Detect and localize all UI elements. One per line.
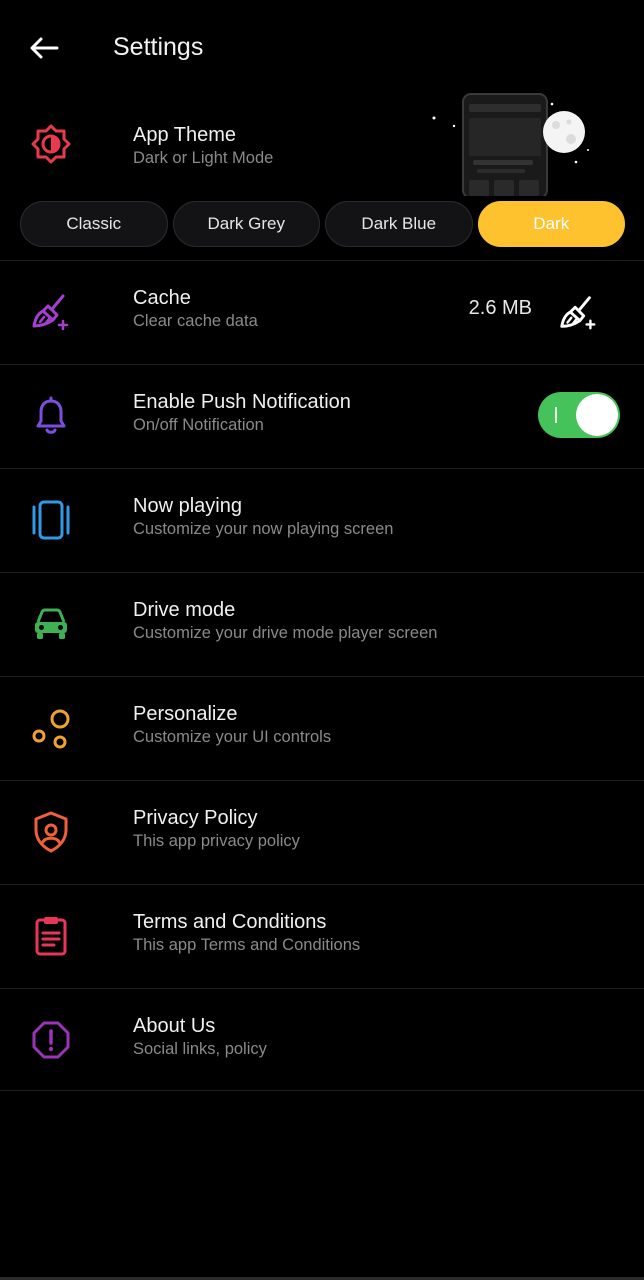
cache-size: 2.6 MB — [468, 297, 532, 319]
privacy-policy-row[interactable]: Privacy Policy This app privacy policy — [0, 781, 644, 884]
cache-subtitle: Clear cache data — [133, 312, 258, 330]
divider — [0, 1090, 644, 1091]
now-playing-subtitle: Customize your now playing screen — [133, 520, 394, 538]
shield-icon — [28, 809, 74, 855]
theme-option-classic[interactable]: Classic — [20, 201, 168, 247]
about-us-row[interactable]: About Us Social links, policy — [0, 989, 644, 1092]
car-icon — [28, 601, 74, 647]
personalize-title: Personalize — [133, 703, 238, 725]
now-playing-title: Now playing — [133, 495, 242, 517]
dark-mode-illustration — [432, 93, 589, 196]
bubbles-icon — [28, 705, 74, 751]
toggle-knob — [576, 394, 618, 436]
now-playing-icon — [28, 497, 74, 543]
about-us-subtitle: Social links, policy — [133, 1040, 267, 1058]
terms-subtitle: This app Terms and Conditions — [133, 936, 361, 954]
push-notification-row: Enable Push Notification On/off Notifica… — [0, 365, 644, 468]
back-button[interactable] — [24, 28, 64, 68]
theme-subtitle: Dark or Light Mode — [133, 149, 274, 167]
bell-icon — [28, 393, 74, 439]
theme-options: Classic Dark Grey Dark Blue Dark — [20, 201, 625, 247]
push-notification-toggle[interactable] — [538, 392, 620, 438]
page-title: Settings — [113, 33, 204, 61]
terms-row[interactable]: Terms and Conditions This app Terms and … — [0, 885, 644, 988]
broom-icon — [28, 289, 74, 335]
cache-row[interactable]: Cache Clear cache data 2.6 MB — [0, 261, 644, 364]
about-us-title: About Us — [133, 1015, 216, 1037]
app-theme-section: App Theme Dark or Light Mode Classic Dar… — [0, 88, 644, 260]
personalize-subtitle: Customize your UI controls — [133, 728, 332, 746]
toggle-on-mark — [555, 407, 557, 423]
privacy-policy-title: Privacy Policy — [133, 807, 258, 829]
privacy-policy-subtitle: This app privacy policy — [133, 832, 300, 850]
clipboard-icon — [28, 913, 74, 959]
theme-title: App Theme — [133, 124, 237, 146]
cache-title: Cache — [133, 287, 191, 309]
theme-brightness-icon — [28, 121, 74, 167]
back-arrow-icon — [30, 37, 59, 59]
drive-mode-title: Drive mode — [133, 599, 236, 621]
terms-title: Terms and Conditions — [133, 911, 327, 933]
drive-mode-subtitle: Customize your drive mode player screen — [133, 624, 438, 642]
broom-icon — [560, 296, 596, 330]
theme-option-dark-grey[interactable]: Dark Grey — [172, 201, 320, 247]
drive-mode-row[interactable]: Drive mode Customize your drive mode pla… — [0, 573, 644, 676]
app-header: Settings — [0, 0, 644, 96]
push-notification-subtitle: On/off Notification — [133, 416, 264, 434]
now-playing-row[interactable]: Now playing Customize your now playing s… — [0, 469, 644, 572]
clear-cache-button[interactable] — [556, 291, 600, 335]
theme-option-dark-blue[interactable]: Dark Blue — [325, 201, 473, 247]
push-notification-title: Enable Push Notification — [133, 391, 351, 413]
theme-option-dark[interactable]: Dark — [477, 201, 625, 247]
info-octagon-icon — [28, 1017, 74, 1063]
personalize-row[interactable]: Personalize Customize your UI controls — [0, 677, 644, 780]
